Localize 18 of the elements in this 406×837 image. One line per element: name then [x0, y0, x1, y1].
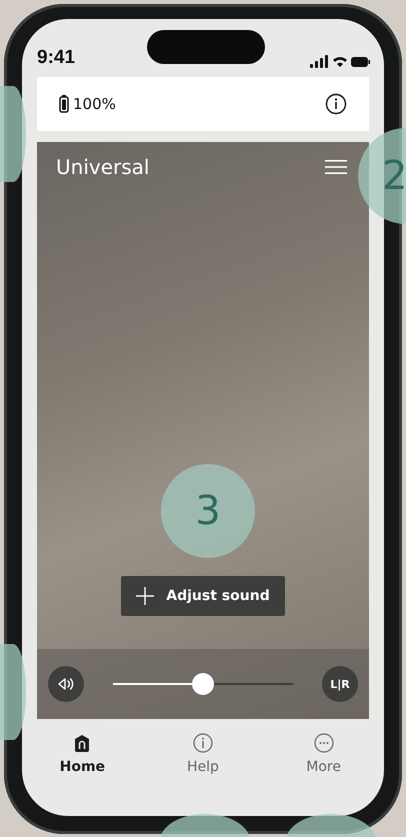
info-icon[interactable]: [325, 93, 347, 115]
nav-tab[interactable]: Home: [37, 733, 128, 775]
status-icons: [310, 55, 370, 69]
speaker-button[interactable]: [48, 666, 84, 702]
info-icon: [192, 733, 213, 753]
more-icon: [314, 733, 334, 753]
status-time: 9:41: [37, 47, 76, 69]
menu-icon[interactable]: [325, 159, 347, 175]
battery-icon: [59, 95, 69, 113]
adjust-sound-button[interactable]: Adjust sound: [121, 576, 285, 616]
balance-button[interactable]: L|R: [322, 666, 358, 702]
battery-percentage: 100%: [73, 95, 117, 113]
nav-tab[interactable]: More: [278, 733, 369, 775]
speaker-icon: [57, 676, 75, 692]
program-title: Universal: [56, 155, 150, 179]
slider-thumb[interactable]: [192, 673, 214, 695]
nav-tab[interactable]: Help: [158, 733, 248, 775]
plus-icon: [136, 587, 154, 605]
